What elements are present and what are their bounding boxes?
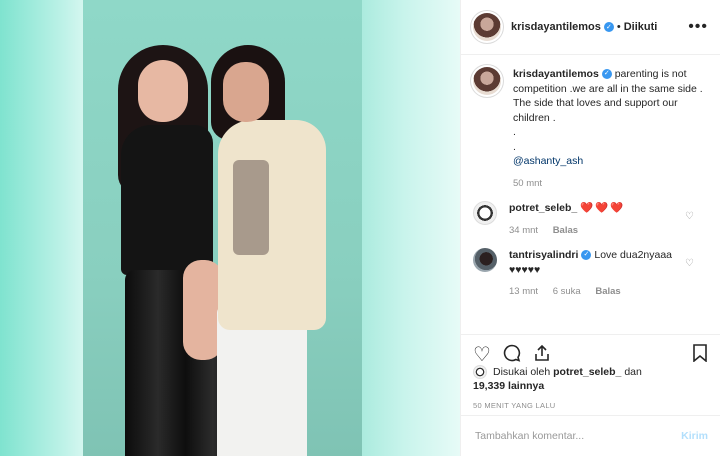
comment-meta: 13 mnt 6 suka Balas	[509, 285, 672, 300]
reply-button[interactable]: Balas	[553, 225, 578, 236]
post-photo[interactable]	[83, 0, 362, 456]
more-icon[interactable]: •••	[688, 18, 708, 36]
caption-avatar[interactable]	[473, 67, 501, 95]
heart-icon[interactable]: ♡	[473, 345, 491, 365]
list-item: tantrisyalindri ✓ Love dua2nyaaa ♥♥♥♥♥ 13…	[473, 248, 708, 300]
verified-icon: ✓	[603, 22, 614, 32]
likes-user[interactable]: potret_seleb_	[553, 366, 621, 378]
heart-icon[interactable]: ♡	[685, 258, 694, 269]
caption-time[interactable]: 50 mnt	[513, 178, 542, 189]
caption: krisdayantilemos ✓ parenting is not compe…	[473, 67, 708, 191]
comment-input[interactable]	[473, 429, 682, 443]
photo-person-2-shirt	[233, 160, 269, 255]
verified-icon: ✓	[601, 69, 612, 80]
caption-line: .	[513, 126, 516, 138]
caption-line: The side that loves and support our chil…	[513, 97, 678, 124]
caption-username[interactable]: krisdayantilemos	[513, 68, 599, 80]
photo-person-2-face	[223, 62, 269, 122]
list-item: potret_seleb_ ❤️❤️❤️ 34 mnt Balas ♡	[473, 201, 708, 238]
caption-line: .	[513, 140, 516, 153]
heart-icon[interactable]: ♡	[685, 211, 694, 222]
add-comment-bar: Kirim	[461, 415, 720, 456]
avatar[interactable]	[473, 13, 501, 41]
likes-conj: dan	[624, 366, 642, 378]
photo-backdrop	[0, 0, 460, 456]
comment-text: ❤️❤️❤️	[580, 202, 626, 214]
likes-prefix: Disukai oleh	[493, 366, 551, 378]
comment-likes[interactable]: 6 suka	[553, 286, 581, 297]
follow-status-button[interactable]: Diikuti	[624, 21, 658, 33]
mention-link[interactable]: @ashanty_ash	[513, 155, 583, 167]
share-icon[interactable]	[533, 344, 551, 366]
comments-list[interactable]: krisdayantilemos ✓ parenting is not compe…	[461, 55, 720, 334]
comment-body: potret_seleb_ ❤️❤️❤️ 34 mnt Balas	[509, 201, 625, 238]
photo-person-1-face	[138, 60, 188, 122]
avatar[interactable]	[473, 365, 487, 380]
comment-username[interactable]: potret_seleb_	[509, 202, 577, 214]
comment-time[interactable]: 34 mnt	[509, 225, 538, 236]
comment-username[interactable]: tantrisyalindri	[509, 249, 578, 261]
comment-text-hearts: ♥♥♥♥♥	[509, 263, 541, 276]
likes-count[interactable]: 19,339 lainnya	[473, 380, 544, 392]
comment-text: Love dua2nyaaa	[594, 249, 673, 261]
post-comment-button[interactable]: Kirim	[681, 430, 708, 442]
verified-icon: ✓	[581, 250, 592, 261]
bookmark-icon[interactable]	[692, 344, 708, 366]
photo-person-1-top	[121, 125, 213, 275]
avatar[interactable]	[473, 201, 497, 225]
comment-icon[interactable]	[503, 344, 521, 366]
post-timestamp[interactable]: 50 MENIT YANG LALU	[473, 401, 556, 410]
post-side-panel: krisdayantilemos ✓ • Diikuti ••• krisday…	[460, 0, 720, 456]
avatar[interactable]	[473, 248, 497, 272]
separator-dot: •	[616, 21, 621, 33]
comment-body: tantrisyalindri ✓ Love dua2nyaaa ♥♥♥♥♥ 13…	[509, 248, 672, 300]
reply-button[interactable]: Balas	[595, 286, 620, 297]
header-username[interactable]: krisdayantilemos	[511, 21, 601, 33]
likes-summary: Disukai oleh potret_seleb_ dan 19,339 la…	[473, 365, 708, 393]
comment-meta: 34 mnt Balas	[509, 224, 625, 239]
post-header: krisdayantilemos ✓ • Diikuti •••	[461, 0, 720, 55]
caption-body: krisdayantilemos ✓ parenting is not compe…	[513, 67, 708, 191]
caption-meta: 50 mnt	[513, 177, 708, 192]
comment-time[interactable]: 13 mnt	[509, 286, 538, 297]
